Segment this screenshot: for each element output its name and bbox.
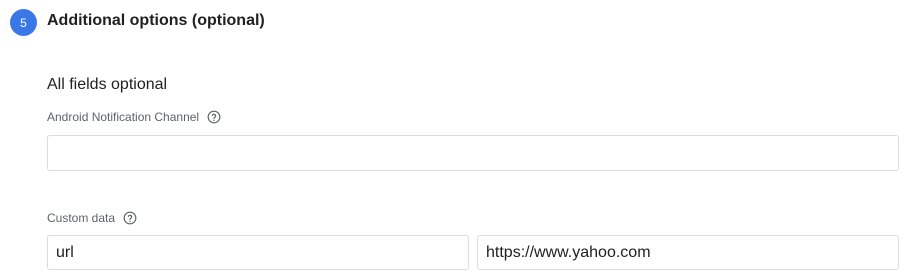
android-channel-label-text: Android Notification Channel (47, 110, 200, 124)
custom-data-label: Custom data (47, 211, 137, 225)
custom-data-label-text: Custom data (47, 211, 116, 225)
section-subtitle: All fields optional (47, 76, 168, 93)
help-circle-icon[interactable] (123, 211, 137, 225)
step-number-badge[interactable]: 5 (10, 9, 37, 36)
additional-options-step: 5 Additional options (optional) All fiel… (0, 0, 907, 278)
custom-data-key-input[interactable] (47, 235, 469, 270)
step-title[interactable]: Additional options (optional) (47, 12, 265, 30)
android-channel-input[interactable] (47, 135, 899, 171)
step-number: 5 (20, 15, 27, 30)
custom-data-value-input[interactable] (477, 235, 899, 270)
help-circle-icon[interactable] (207, 110, 221, 124)
android-channel-label: Android Notification Channel (47, 110, 221, 124)
